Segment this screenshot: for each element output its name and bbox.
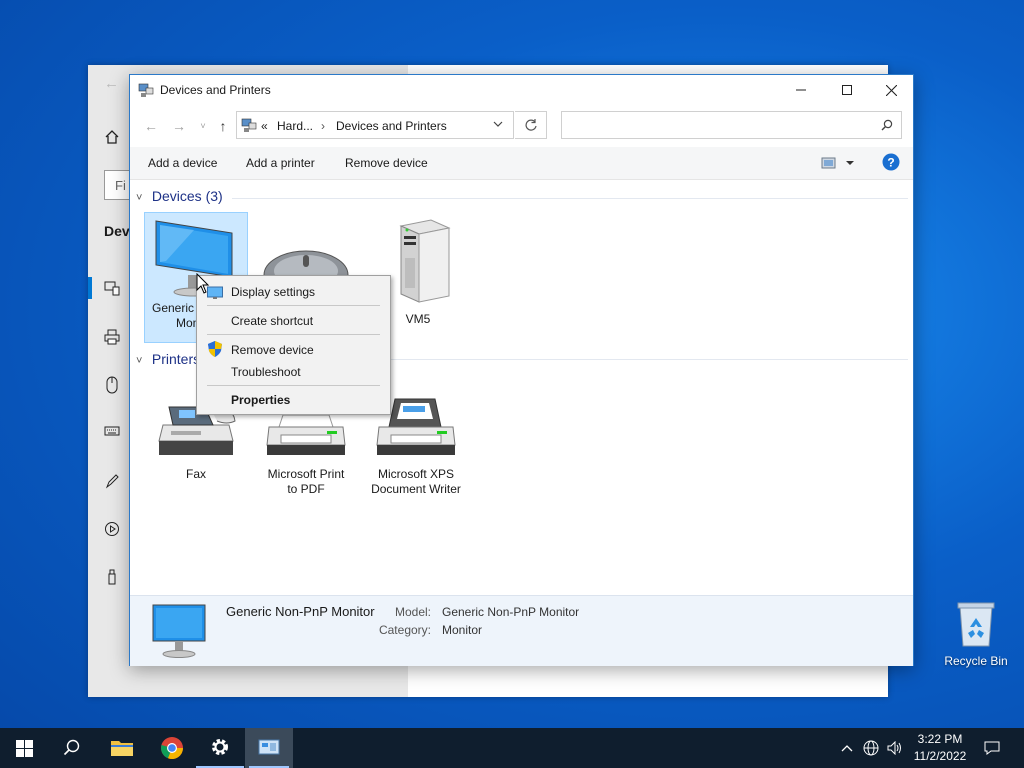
details-pane: Generic Non-PnP Monitor Model: Generic N… <box>130 595 913 666</box>
network-globe-icon[interactable] <box>860 728 882 768</box>
control-panel-icon <box>241 117 257 133</box>
search-icon <box>63 739 80 756</box>
usb-icon[interactable] <box>104 569 122 587</box>
title-bar[interactable]: Devices and Printers <box>130 75 913 105</box>
printers-group-title: Printers <box>151 351 201 367</box>
mouse-icon[interactable] <box>104 376 122 394</box>
breadcrumb-parent[interactable]: Hard... <box>277 119 313 133</box>
file-explorer-button[interactable] <box>98 728 146 768</box>
details-model-label: Model: <box>394 605 431 619</box>
search-input[interactable] <box>561 111 902 139</box>
refresh-icon <box>524 119 537 131</box>
search-button[interactable] <box>48 728 96 768</box>
address-row: ← → ˅ ↑ « Hard... › Devices and Printers <box>130 110 913 142</box>
computer-tower-icon <box>383 218 453 304</box>
action-center-button[interactable] <box>980 728 1004 768</box>
printer-label-line1: Microsoft XPS <box>377 467 455 481</box>
menu-item-remove-device[interactable]: Remove device <box>231 343 314 357</box>
printer-label-line1: Microsoft Print <box>267 467 345 481</box>
details-model-value: Generic Non-PnP Monitor <box>442 605 580 619</box>
refresh-button[interactable] <box>515 111 547 139</box>
details-category-value: Monitor <box>442 623 483 637</box>
add-device-button[interactable]: Add a device <box>148 156 217 170</box>
recycle-bin-icon <box>954 600 998 650</box>
chrome-button[interactable] <box>148 728 196 768</box>
notification-icon <box>984 741 1000 755</box>
add-printer-button[interactable]: Add a printer <box>246 156 315 170</box>
devices-group-header[interactable]: ˅ Devices (3) <box>136 188 223 204</box>
home-icon[interactable] <box>104 129 122 147</box>
menu-item-properties[interactable]: Properties <box>231 393 290 407</box>
breadcrumb-overflow[interactable]: « <box>261 119 268 133</box>
back-button[interactable]: ← <box>142 118 160 134</box>
taskbar: 3:22 PM 11/2/2022 <box>0 728 1024 768</box>
chrome-icon <box>161 737 184 760</box>
devices-printers-window-icon <box>138 82 154 98</box>
collapse-chevron-icon: ˅ <box>136 192 143 204</box>
change-view-button[interactable] <box>821 156 855 170</box>
menu-item-troubleshoot[interactable]: Troubleshoot <box>231 365 301 379</box>
selected-indicator <box>88 277 92 299</box>
address-bar[interactable]: « Hard... › Devices and Printers <box>236 111 514 139</box>
collapse-chevron-icon: ˅ <box>136 355 143 367</box>
autoplay-icon[interactable] <box>104 521 122 539</box>
printer-label-line2: to PDF <box>287 482 325 496</box>
up-button[interactable]: ↑ <box>214 118 232 134</box>
recycle-bin[interactable]: Recycle Bin <box>940 600 1012 668</box>
back-arrow-icon[interactable]: ← <box>104 75 122 93</box>
close-button[interactable] <box>868 75 914 105</box>
menu-separator <box>207 334 380 335</box>
printer-icon[interactable] <box>104 329 122 347</box>
start-button[interactable] <box>0 728 48 768</box>
uac-shield-icon <box>208 341 222 357</box>
address-dropdown-chevron-icon[interactable] <box>493 119 503 129</box>
control-panel-icon <box>258 739 280 755</box>
pen-icon[interactable] <box>104 473 122 491</box>
volume-icon[interactable] <box>884 728 906 768</box>
details-monitor-icon <box>150 602 208 660</box>
menu-separator <box>207 305 380 306</box>
svg-text:?: ? <box>887 156 894 170</box>
mouse-cursor-icon <box>196 273 210 295</box>
remove-device-button[interactable]: Remove device <box>345 156 428 170</box>
settings-button[interactable] <box>196 728 244 768</box>
clock-date: 11/2/2022 <box>913 749 967 763</box>
system-clock[interactable]: 3:22 PM 11/2/2022 <box>905 731 975 765</box>
devices-and-printers-taskbar-button[interactable] <box>245 728 293 768</box>
printers-group-header[interactable]: ˅ Printers <box>136 351 200 367</box>
window-title: Devices and Printers <box>160 83 271 97</box>
search-icon <box>881 119 893 131</box>
windows-logo-icon <box>15 739 33 757</box>
show-hidden-icons-chevron-icon[interactable] <box>838 728 856 768</box>
menu-item-create-shortcut[interactable]: Create shortcut <box>231 314 313 328</box>
forward-button[interactable]: → <box>170 118 188 134</box>
clock-time: 3:22 PM <box>917 732 963 746</box>
gear-icon <box>212 739 228 755</box>
devices-group-title: Devices (3) <box>151 188 223 204</box>
group-divider <box>232 198 908 199</box>
maximize-button[interactable] <box>824 75 870 105</box>
details-device-name: Generic Non-PnP Monitor <box>226 604 375 619</box>
context-menu: Display settings Create shortcut Remove … <box>196 275 391 415</box>
recycle-bin-label: Recycle Bin <box>944 654 1008 668</box>
help-icon[interactable]: ? <box>882 153 900 171</box>
bluetooth-devices-icon[interactable] <box>104 280 122 298</box>
menu-separator <box>207 385 380 386</box>
details-category-label: Category: <box>378 623 431 637</box>
menu-item-display-settings[interactable]: Display settings <box>231 285 315 299</box>
keyboard-icon[interactable] <box>104 425 122 443</box>
recent-locations-chevron-icon[interactable]: ˅ <box>194 118 212 134</box>
printer-label-line2: Document Writer <box>371 482 461 496</box>
printer-label-line1: Fax <box>185 467 206 481</box>
minimize-button[interactable] <box>778 75 824 105</box>
command-bar: Add a device Add a printer Remove device… <box>130 147 913 180</box>
breadcrumb-current[interactable]: Devices and Printers <box>336 119 447 133</box>
folder-icon <box>111 741 133 756</box>
breadcrumb-separator-icon[interactable]: › <box>321 119 325 133</box>
